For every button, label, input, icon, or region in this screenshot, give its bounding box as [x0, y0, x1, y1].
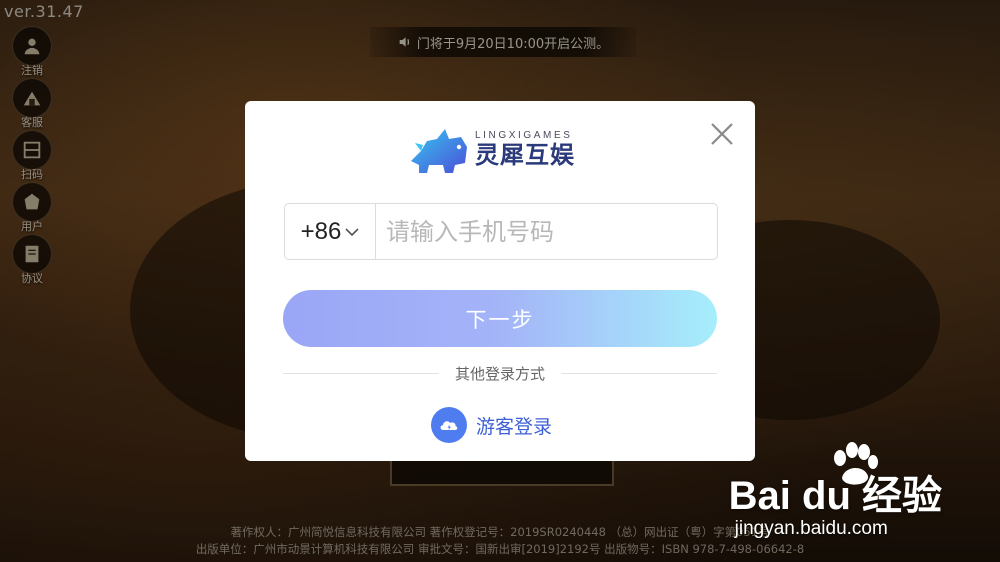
login-dialog: LINGXIGAMES 灵犀互娱 +86 下一步 其他登录方式 游客登录: [245, 101, 755, 461]
phone-number-input[interactable]: [376, 204, 717, 259]
country-code-selector[interactable]: +86: [285, 204, 376, 259]
brand-english-name: LINGXIGAMES: [475, 129, 573, 141]
chevron-down-icon: [345, 227, 359, 236]
guest-login-button[interactable]: 游客登录: [431, 407, 552, 443]
brand-logo: LINGXIGAMES 灵犀互娱: [407, 119, 597, 179]
baidu-watermark: Bai du 经验 jingyan.baidu.com: [729, 474, 942, 540]
divider-line-right: [561, 372, 718, 374]
other-login-label: 其他登录方式: [455, 364, 546, 383]
watermark-url: jingyan.baidu.com: [734, 518, 888, 539]
rhino-logo-icon: [411, 129, 467, 173]
divider-line-left: [283, 372, 439, 374]
watermark-logo: Bai du 经验: [728, 474, 942, 518]
country-code-value: +86: [300, 217, 342, 245]
next-step-button[interactable]: 下一步: [283, 290, 717, 347]
phone-input-group: +86: [284, 203, 718, 260]
guest-login-label: 游客登录: [476, 415, 553, 438]
close-icon[interactable]: [709, 121, 735, 147]
other-login-divider: 其他登录方式: [283, 363, 718, 383]
brand-chinese-name: 灵犀互娱: [475, 140, 575, 169]
cloud-lightning-icon: [431, 407, 467, 443]
